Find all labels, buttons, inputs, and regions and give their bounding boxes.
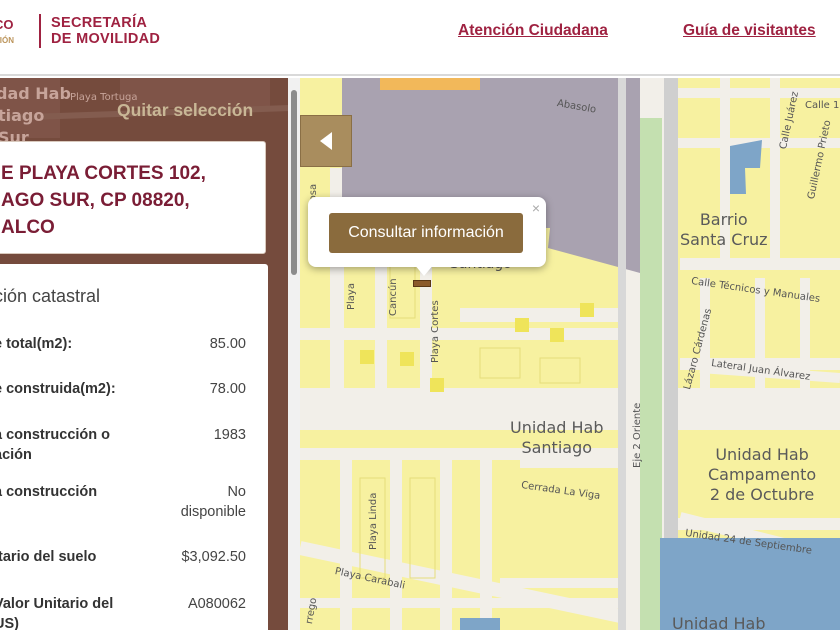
area-label-barrio-santa-cruz: Barrio Santa Cruz [680, 210, 768, 249]
map-view[interactable]: Barrio Santa Cruz Unidad Hab Santiago Un… [300, 78, 840, 630]
row-value-construction-year: 1983 [213, 427, 246, 443]
cadastral-info-title: ción catastral [0, 286, 101, 306]
street-label-playa: Playa [346, 283, 357, 310]
street-label-calle-1: Calle 1 [805, 100, 840, 111]
row-value-construction-class: No disponible [180, 484, 246, 520]
logo-divider [39, 14, 41, 48]
row-label-construction-year: a construcción o ación [0, 427, 111, 463]
popup-close-icon[interactable]: × [532, 200, 540, 216]
area-label-unidad-hab-santiago: Unidad Hab Santiago [510, 418, 604, 457]
org-name-line2: DE MOVILIDAD [51, 31, 161, 47]
info-side-panel: dad Hab tiago Sur Playa Tortuga Quitar s… [0, 78, 290, 630]
popup-pointer [414, 264, 434, 276]
clear-selection-button[interactable]: Quitar selección [117, 100, 253, 121]
nav-atencion-ciudadana[interactable]: Atención Ciudadana [458, 22, 608, 40]
bg-label-dad-hab: dad Hab [0, 84, 71, 103]
collapse-panel-button[interactable] [300, 115, 352, 167]
government-logo[interactable]: CO CIÓN [0, 18, 14, 48]
panel-scrollbar-thumb[interactable] [291, 90, 297, 275]
cadastral-info-card: ción catastral e total(m2): 85.00 e cons… [0, 264, 268, 630]
area-label-unidad-hab-bottom: Unidad Hab [672, 614, 766, 630]
street-label-cancun: Cancún [388, 278, 399, 316]
page: CO CIÓN SECRETARÍA DE MOVILIDAD Atención… [0, 0, 840, 630]
consult-info-button[interactable]: Consultar información [329, 213, 523, 253]
logo-line2: CIÓN [0, 36, 14, 45]
selected-parcel-marker[interactable] [413, 280, 431, 287]
chevron-left-icon [320, 132, 332, 150]
row-value-unit-value-key: A080062 [187, 596, 246, 612]
selected-address: E PLAYA CORTES 102, AGO SUR, CP 08820, A… [1, 163, 206, 238]
bg-label-tiago: tiago [0, 106, 45, 125]
org-name-line1: SECRETARÍA [51, 15, 148, 31]
nav-guia-visitantes[interactable]: Guía de visitantes [683, 22, 816, 40]
secretaria-logo[interactable]: SECRETARÍA DE MOVILIDAD [51, 15, 160, 47]
row-value-land-unit-value: $3,092.50 [181, 549, 246, 565]
row-value-total-area: 85.00 [209, 336, 246, 352]
panel-scrollbar[interactable] [288, 78, 300, 630]
row-value-built-area: 78.00 [209, 381, 246, 397]
street-label-playa-cortes: Playa Cortes [430, 300, 441, 363]
address-card: E PLAYA CORTES 102, AGO SUR, CP 08820, A… [0, 141, 266, 254]
area-label-campamento-2-octubre: Unidad Hab Campamento 2 de Octubre [708, 445, 817, 504]
row-label-construction-class: a construcción [0, 484, 98, 500]
site-header: CO CIÓN SECRETARÍA DE MOVILIDAD Atención… [0, 0, 840, 76]
map-popup: × Consultar información [308, 197, 546, 267]
row-label-built-area: e construida(m2): [0, 381, 116, 397]
row-label-total-area: e total(m2): [0, 336, 73, 352]
street-label-playa-linda: Playa Linda [368, 492, 379, 550]
street-label-eje-2-oriente: Eje 2 Oriente [632, 402, 643, 468]
logo-line1: CO [0, 17, 14, 32]
row-label-land-unit-value: itario del suelo [0, 549, 97, 565]
row-label-unit-value-key: Valor Unitario del US) [0, 596, 114, 630]
